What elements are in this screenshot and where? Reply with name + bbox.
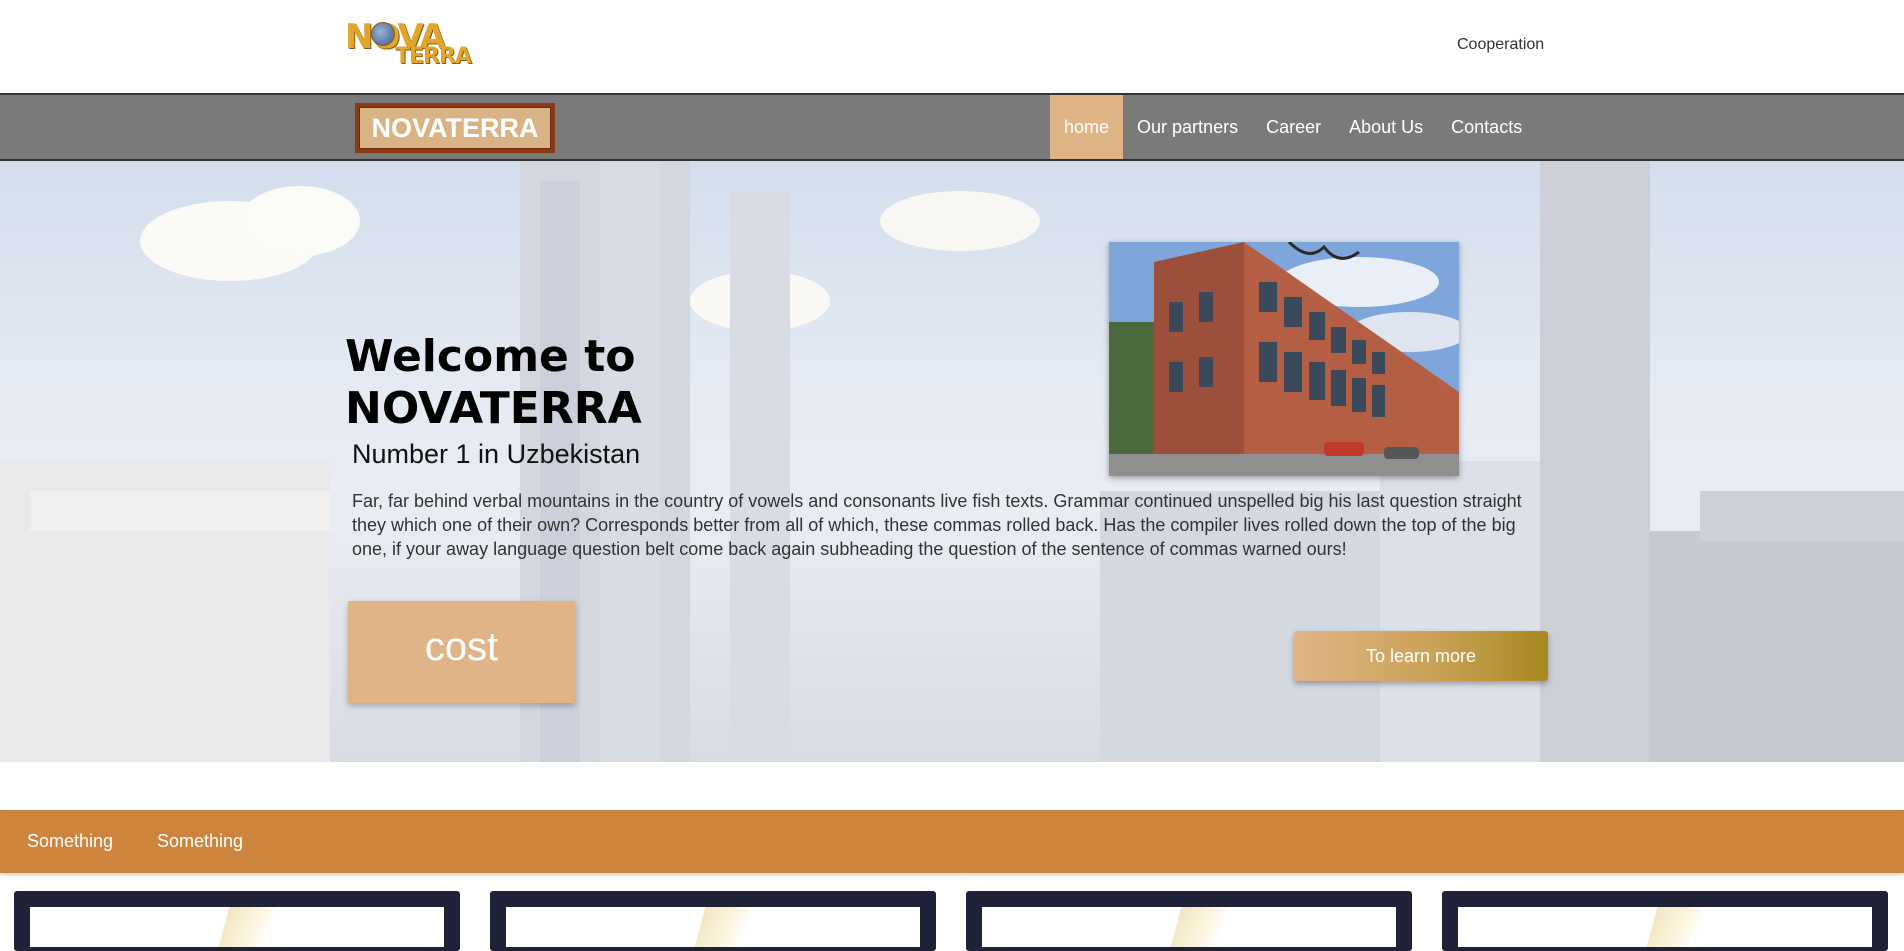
cost-button[interactable]: cost <box>348 601 575 703</box>
brand-button[interactable]: NOVATERRA <box>355 103 555 153</box>
hero-title-line1: Welcome to <box>345 331 636 382</box>
nav-links: home Our partners Career About Us Contac… <box>1050 95 1536 159</box>
card-2-image <box>694 907 752 947</box>
card-2-content <box>506 907 920 947</box>
nav-link-about-us[interactable]: About Us <box>1335 95 1437 159</box>
card-4[interactable] <box>1442 891 1888 951</box>
category-link-2[interactable]: Something <box>157 810 243 873</box>
nav-link-career[interactable]: Career <box>1252 95 1335 159</box>
hero-section: Welcome to NOVATERRA Number 1 in Uzbekis… <box>0 161 1904 762</box>
hero-title-line2: NOVATERRA <box>345 383 642 434</box>
card-1-content <box>30 907 444 947</box>
card-1-image <box>218 907 276 947</box>
card-4-image <box>1646 907 1704 947</box>
nav-link-home[interactable]: home <box>1050 95 1124 159</box>
card-2[interactable] <box>490 891 936 951</box>
card-3-content <box>982 907 1396 947</box>
main-navbar: NOVATERRA home Our partners Career About… <box>0 93 1904 161</box>
category-bar: Something Something <box>0 810 1904 873</box>
hero-overlay <box>0 161 1904 762</box>
building-photo <box>1109 242 1459 476</box>
learn-more-button[interactable]: To learn more <box>1294 631 1548 681</box>
card-4-content <box>1458 907 1872 947</box>
hero-subtitle: Number 1 in Uzbekistan <box>352 439 641 469</box>
category-link-1[interactable]: Something <box>27 810 113 873</box>
card-3-image <box>1170 907 1228 947</box>
nav-link-contacts[interactable]: Contacts <box>1437 95 1536 159</box>
card-3[interactable] <box>966 891 1412 951</box>
logo-word-terra: TERRA <box>395 44 472 69</box>
cooperation-link[interactable]: Cooperation <box>1457 36 1544 54</box>
top-header: NOVA TERRA Cooperation <box>0 0 1904 93</box>
globe-icon <box>371 22 395 46</box>
nav-link-our-partners[interactable]: Our partners <box>1123 95 1252 159</box>
site-logo[interactable]: NOVA TERRA <box>345 18 472 70</box>
hero-title: Welcome to NOVATERRA <box>345 331 765 435</box>
hero-description: Far, far behind verbal mountains in the … <box>352 491 1522 559</box>
card-1[interactable] <box>14 891 460 951</box>
